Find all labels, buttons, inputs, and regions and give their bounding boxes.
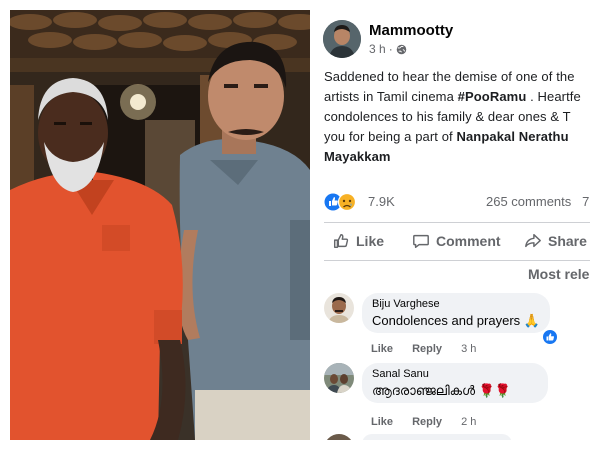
comment-like-link[interactable]: Like xyxy=(371,416,393,428)
post-header: Mammootty 3 h · xyxy=(323,20,590,60)
comment-reply-link[interactable]: Reply xyxy=(412,416,442,428)
like-badge-icon[interactable] xyxy=(542,329,558,345)
comment-bubble: Sanal Sanu ആദരാഞ്ജലികൾ 🌹🌹 xyxy=(362,363,548,403)
comment-links: Like Reply 3 h xyxy=(371,343,492,355)
author-avatar[interactable] xyxy=(323,20,361,58)
reaction-icons[interactable] xyxy=(324,192,360,212)
film-title-part-1: Nanpakal Nerathu xyxy=(456,129,569,144)
divider-bottom xyxy=(324,260,590,261)
like-button[interactable]: Like xyxy=(332,229,384,253)
post-text-line-4-start: you for being a part of xyxy=(324,129,457,144)
divider-top xyxy=(324,222,590,223)
post-stats: 7.9K 265 comments 77 xyxy=(324,191,590,213)
post-text-line-2-end: . Heartfe xyxy=(526,89,581,104)
facebook-post: Mammootty 3 h · Saddened to hear the dem… xyxy=(316,10,590,440)
post-text-line-4: you for being a part of Nanpakal Nerathu xyxy=(324,127,590,147)
comment-label: Comment xyxy=(436,233,501,249)
comment-button[interactable]: Comment xyxy=(412,229,501,253)
sad-reaction-icon xyxy=(337,192,357,212)
post-text-line-2-start: artists in Tamil cinema xyxy=(324,89,458,104)
like-label: Like xyxy=(356,233,385,249)
film-title-part-2: Mayakkam xyxy=(324,149,391,164)
commenter-avatar-partial[interactable] xyxy=(324,434,354,440)
share-count[interactable]: 77 xyxy=(582,194,590,209)
commenter-name[interactable]: Sanal Sanu xyxy=(372,368,536,380)
post-time[interactable]: 3 h xyxy=(369,42,386,56)
comment-time[interactable]: 3 h xyxy=(461,343,476,355)
commenter-avatar[interactable] xyxy=(324,293,354,323)
comment-like-link[interactable]: Like xyxy=(371,343,393,355)
hashtag-link[interactable]: #PooRamu xyxy=(458,89,527,104)
commenter-name[interactable]: Biju Varghese xyxy=(372,298,538,310)
author-name[interactable]: Mammootty xyxy=(369,22,453,39)
comment-count[interactable]: 265 comments 77 xyxy=(486,194,590,209)
comment-text: Condolences and prayers 🙏 xyxy=(372,313,540,328)
commenter-avatar[interactable] xyxy=(324,363,354,393)
post-text-line-3: condolences to his family & dear ones & … xyxy=(324,109,571,124)
comment-bubble: Biju Varghese Condolences and prayers 🙏 xyxy=(362,293,550,333)
photo-illustration xyxy=(10,10,310,440)
post-meta: 3 h · xyxy=(369,42,407,56)
comment-time[interactable]: 2 h xyxy=(461,416,476,428)
thumbs-up-icon xyxy=(333,233,349,249)
post-photo[interactable] xyxy=(10,10,310,440)
globe-icon xyxy=(396,44,406,54)
share-label: Share xyxy=(548,233,587,249)
post-text-line-5: Mayakkam xyxy=(324,147,590,167)
comment-reply-link[interactable]: Reply xyxy=(412,343,442,355)
post-text-line-2: artists in Tamil cinema #PooRamu . Heart… xyxy=(324,87,590,107)
post-body-text: Saddened to hear the demise of one of th… xyxy=(324,67,590,167)
meta-separator: · xyxy=(388,42,393,56)
comment-icon xyxy=(413,234,429,249)
share-icon xyxy=(525,233,541,248)
post-text-line-1: Saddened to hear the demise of one of th… xyxy=(324,69,575,84)
comment-sort-selector[interactable]: Most rele xyxy=(528,266,589,282)
comment-links: Like Reply 2 h xyxy=(371,416,492,428)
comment-text: ആദരാഞ്ജലികൾ 🌹🌹 xyxy=(372,383,512,398)
comment-bubble-partial xyxy=(362,434,512,440)
reaction-count[interactable]: 7.9K xyxy=(368,194,395,209)
rose-emoji: 🌹🌹 xyxy=(478,383,512,398)
share-button[interactable]: Share xyxy=(524,229,587,253)
pray-emoji: 🙏 xyxy=(523,313,540,328)
post-actions: Like Comment Share xyxy=(324,229,590,253)
